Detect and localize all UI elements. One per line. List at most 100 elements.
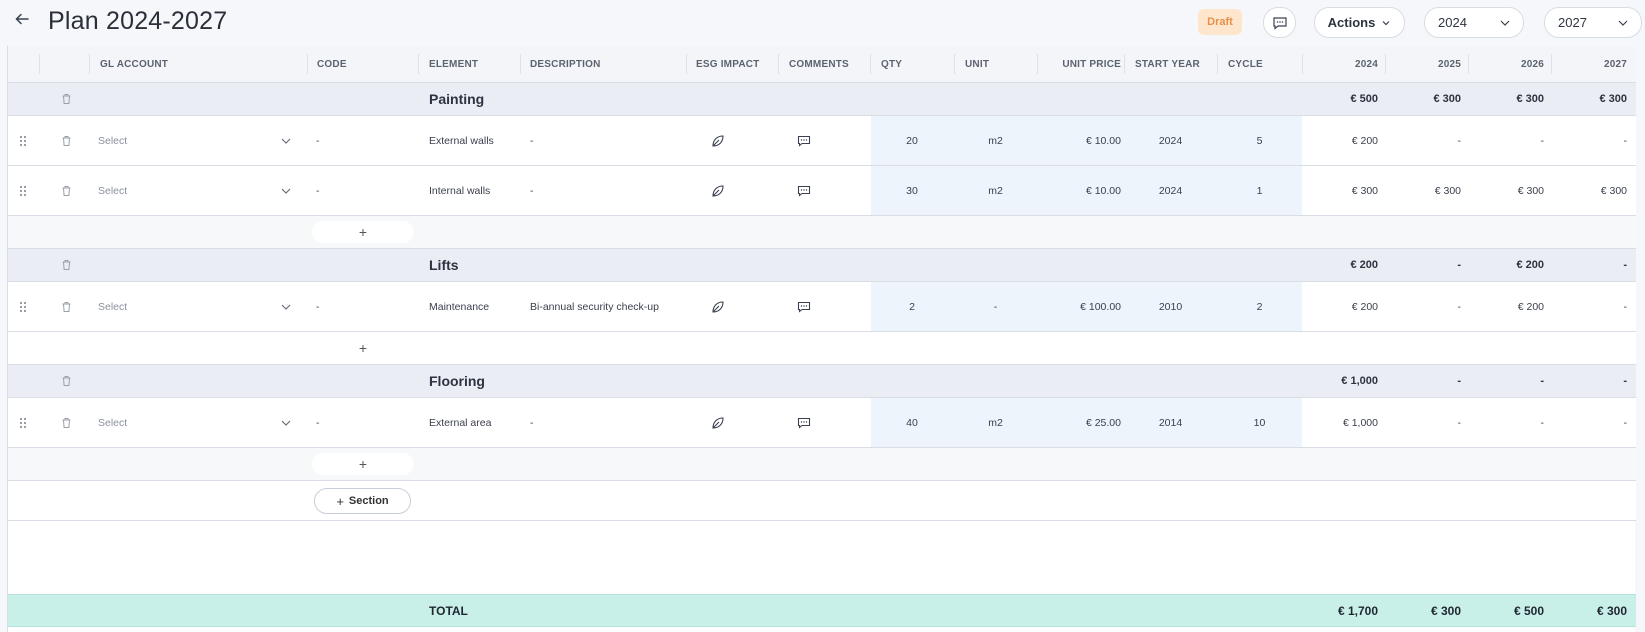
qty-cell[interactable]: 40 [871,398,953,447]
element-cell[interactable]: External area [429,398,491,447]
start-year-value: 2024 [1438,15,1467,30]
start-year-cell[interactable]: 2024 [1125,166,1216,215]
code-cell[interactable]: - [316,282,320,331]
section-header: Flooring € 1,000 - - - [8,365,1636,398]
cycle-cell[interactable]: 1 [1217,166,1302,215]
add-item-button[interactable]: + [312,337,414,359]
chevron-down-icon[interactable] [280,282,292,331]
description-cell[interactable]: - [530,166,534,215]
back-arrow-icon[interactable] [14,11,30,32]
gl-account-select[interactable]: Select [98,398,127,447]
section-total-2026: € 200 [1516,259,1544,271]
year-2025-cell: € 300 [1434,184,1461,197]
cycle-cell[interactable]: 5 [1217,116,1302,165]
leaf-icon[interactable] [711,398,725,447]
add-row: + [8,448,1636,481]
qty-cell[interactable]: 30 [871,166,953,215]
top-bar: Plan 2024-2027 Draft Actions 2024 2027 [0,0,1645,44]
qty-cell[interactable]: 20 [871,116,953,165]
gl-account-select[interactable]: Select [98,166,127,215]
leaf-icon[interactable] [711,282,725,331]
year-2027-cell: - [1623,300,1628,313]
trash-icon[interactable] [61,398,72,447]
start-year-cell[interactable]: 2024 [1125,116,1216,165]
comment-icon[interactable] [797,166,811,215]
drag-handle-icon[interactable] [19,166,27,215]
code-cell[interactable]: - [316,398,320,447]
description-cell[interactable]: - [530,398,534,447]
section-header: Lifts € 200 - € 200 - [8,249,1636,282]
comments-button[interactable] [1263,7,1296,38]
code-cell[interactable]: - [316,116,320,165]
qty-cell[interactable]: 2 [871,282,953,331]
unit-price-cell[interactable]: € 10.00 [1038,116,1121,165]
comment-icon[interactable] [797,116,811,165]
year-2025-cell: - [1457,134,1462,147]
col-year-2026: 2026 [1520,58,1544,70]
drag-handle-icon[interactable] [19,116,27,165]
description-cell[interactable]: - [530,116,534,165]
trash-icon[interactable] [61,282,72,331]
chevron-down-icon[interactable] [280,398,292,447]
chevron-down-icon[interactable] [280,166,292,215]
trash-icon[interactable] [61,166,72,215]
comment-icon [1272,16,1287,30]
section-name: Painting [429,91,485,107]
leaf-icon[interactable] [711,166,725,215]
col-description: DESCRIPTION [530,58,601,70]
unit-price-cell[interactable]: € 25.00 [1038,398,1121,447]
unit-cell[interactable]: m2 [954,398,1037,447]
leaf-icon[interactable] [711,116,725,165]
start-year-select[interactable]: 2024 [1424,7,1524,38]
section-total-2024: € 500 [1350,93,1378,105]
cycle-cell[interactable]: 10 [1217,398,1302,447]
total-2026: € 500 [1513,603,1544,618]
section-total-2025: - [1457,375,1461,387]
chevron-down-icon [1500,20,1510,26]
gl-account-select[interactable]: Select [98,282,127,331]
plus-icon: + [336,493,344,509]
actions-button[interactable]: Actions [1314,7,1405,38]
col-qty: QTY [881,58,903,70]
trash-icon[interactable] [61,83,72,115]
element-cell[interactable]: Internal walls [429,166,490,215]
drag-handle-icon[interactable] [19,282,27,331]
trash-icon[interactable] [61,365,72,397]
year-2025-cell: - [1457,416,1462,429]
chevron-down-icon[interactable] [280,116,292,165]
section-total-2024: € 1,000 [1341,375,1378,387]
trash-icon[interactable] [61,116,72,165]
col-year-2027: 2027 [1603,58,1627,70]
start-year-cell[interactable]: 2014 [1125,398,1216,447]
total-2027: € 300 [1596,603,1627,618]
add-item-button[interactable]: + [312,453,414,475]
cycle-cell[interactable]: 2 [1217,282,1302,331]
total-2025: € 300 [1430,603,1461,618]
table-row: Select - External walls - 20 m2 € 10.00 … [8,116,1636,166]
table-row: Select - Maintenance Bi-annual security … [8,282,1636,332]
chevron-down-icon [1618,20,1628,26]
unit-price-cell[interactable]: € 10.00 [1038,166,1121,215]
code-cell[interactable]: - [316,166,320,215]
comment-icon[interactable] [797,398,811,447]
add-item-button[interactable]: + [312,221,414,243]
comment-icon[interactable] [797,282,811,331]
section-total-2027: - [1623,259,1627,271]
gl-account-select[interactable]: Select [98,116,127,165]
trash-icon[interactable] [61,249,72,281]
element-cell[interactable]: External walls [429,116,494,165]
unit-cell[interactable]: m2 [954,116,1037,165]
drag-handle-icon[interactable] [19,398,27,447]
col-comments: COMMENTS [789,58,849,70]
year-2027-cell: € 300 [1600,184,1627,197]
end-year-select[interactable]: 2027 [1544,7,1642,38]
element-cell[interactable]: Maintenance [429,282,489,331]
add-section-button[interactable]: + Section [314,488,411,514]
table-header: GL ACCOUNT CODE ELEMENT DESCRIPTION ESG … [8,46,1636,83]
description-cell[interactable]: Bi-annual security check-up [530,282,659,331]
unit-cell[interactable]: - [954,282,1037,331]
year-2027-cell: - [1623,416,1628,429]
unit-cell[interactable]: m2 [954,166,1037,215]
unit-price-cell[interactable]: € 100.00 [1038,282,1121,331]
start-year-cell[interactable]: 2010 [1125,282,1216,331]
